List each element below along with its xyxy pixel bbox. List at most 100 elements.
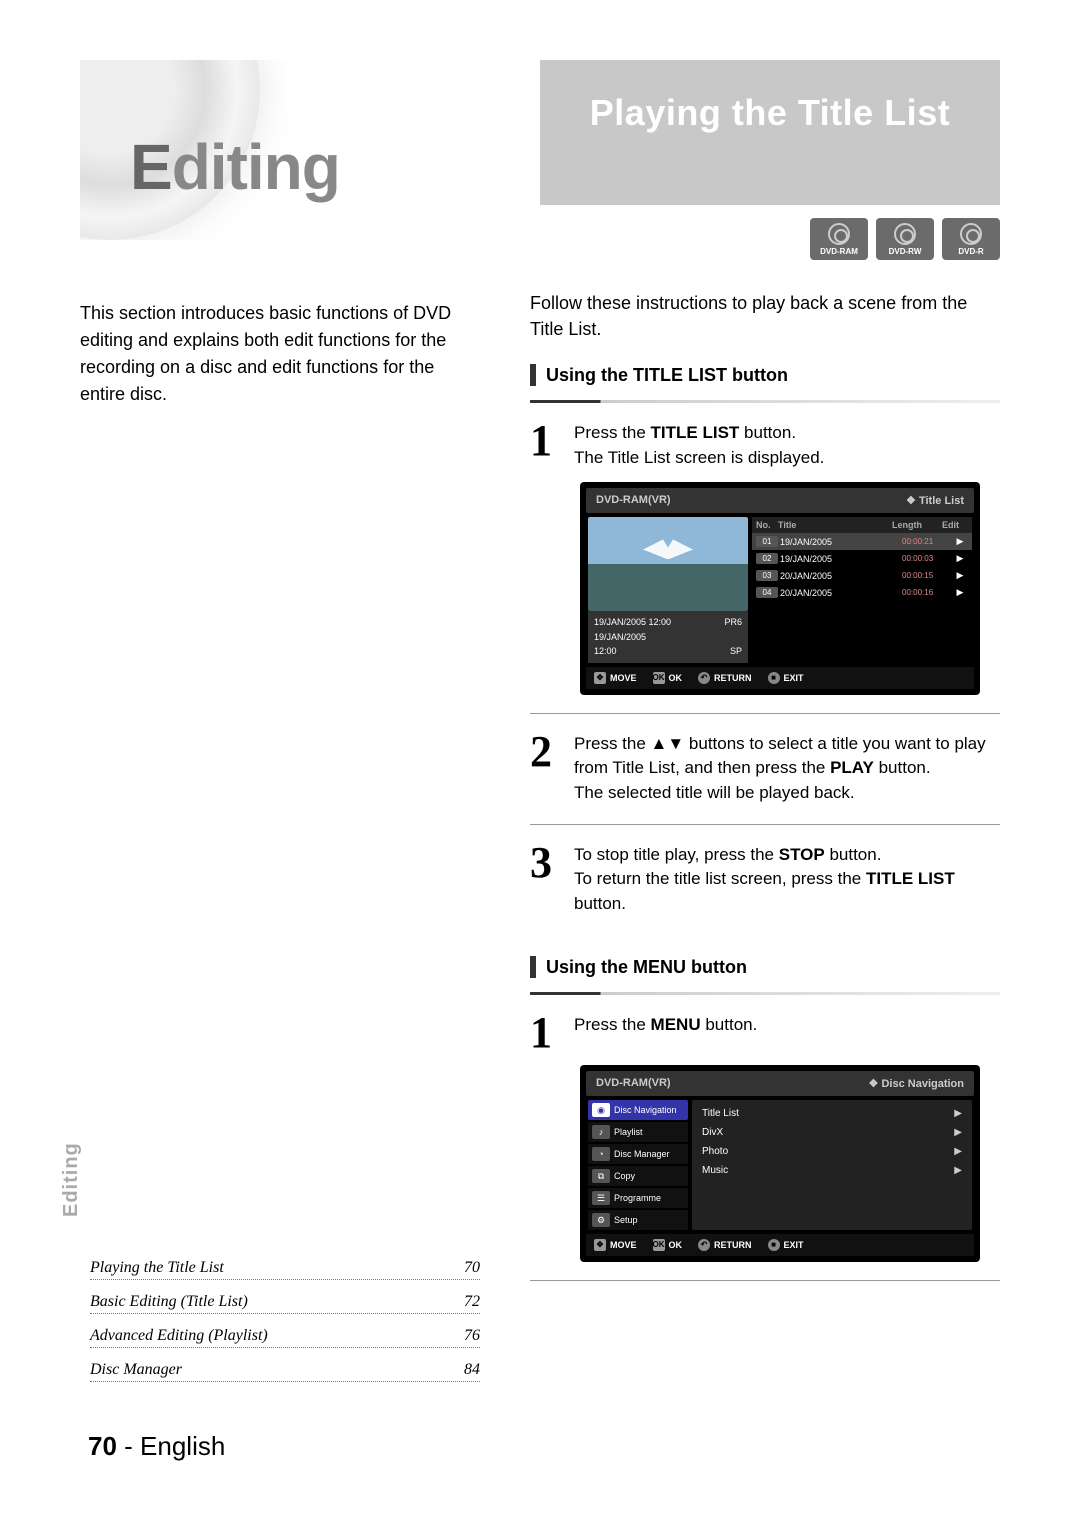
chapter-title-rest: diting — [172, 131, 340, 203]
table-row: 0420/JAN/200500:00:16▶ — [752, 584, 972, 601]
step-bold: TITLE LIST — [651, 423, 740, 442]
step-text: The selected title will be played back. — [574, 783, 855, 802]
chevron-right-icon: ▶ — [954, 1165, 962, 1176]
cell-length: 00:00:16 — [902, 588, 952, 597]
divider — [530, 400, 1000, 403]
menu-label: Disc Navigation — [614, 1105, 677, 1115]
toc-label: Playing the Title List — [90, 1259, 228, 1277]
osd-header-right: Title List — [906, 494, 964, 507]
step-bold: PLAY — [830, 758, 874, 777]
cell-title: 19/JAN/2005 — [780, 554, 902, 564]
step-2: 2 Press the ▲▼ buttons to select a title… — [530, 732, 1000, 806]
menu-main-item: DivX▶ — [696, 1123, 968, 1142]
cell-length: 00:00:03 — [902, 554, 952, 563]
cell-edit: ▶ — [952, 587, 968, 598]
step-body: Press the MENU button. — [574, 1013, 1000, 1053]
menu-label: DivX — [702, 1127, 723, 1138]
osd-disc-navigation: DVD-RAM(VR) Disc Navigation ◉Disc Naviga… — [580, 1065, 980, 1262]
sub-heading-label: Using the TITLE LIST button — [546, 365, 788, 386]
cell-edit: ▶ — [952, 570, 968, 581]
meta-text: 12:00 — [594, 644, 617, 658]
osd-title-table: No. Title Length Edit 0119/JAN/200500:00… — [752, 517, 972, 662]
osd-header-right: Disc Navigation — [869, 1077, 964, 1090]
menu-label: Programme — [614, 1193, 661, 1203]
exit-key-icon: ■ — [768, 1239, 780, 1251]
menu-label: Photo — [702, 1146, 728, 1157]
step-body: Press the TITLE LIST button. The Title L… — [574, 421, 1000, 470]
step-text: button. — [701, 1015, 758, 1034]
step-b1: 1 Press the MENU button. — [530, 1013, 1000, 1053]
footer-label: RETURN — [714, 673, 752, 683]
menu-side-item: ◉Disc Navigation — [588, 1100, 688, 1120]
table-row: 0119/JAN/200500:00:21▶ — [752, 533, 972, 550]
chevron-right-icon: ▶ — [954, 1146, 962, 1157]
col-length: Length — [892, 520, 942, 530]
step-bold: STOP — [779, 845, 825, 864]
divider — [530, 992, 1000, 995]
toc-item: Disc Manager84 — [90, 1356, 480, 1382]
menu-side-item: ♪Playlist — [588, 1122, 688, 1142]
osd-header-left: DVD-RAM(VR) — [596, 1077, 671, 1090]
step-1: 1 Press the TITLE LIST button. The Title… — [530, 421, 1000, 470]
toc-page: 76 — [460, 1327, 480, 1345]
step-body: To stop title play, press the STOP butto… — [574, 843, 1000, 917]
exit-key-icon: ■ — [768, 672, 780, 684]
chapter-title: Editing — [130, 130, 340, 204]
copy-icon: ⧉ — [592, 1169, 610, 1183]
osd-footer: ✥MOVE OKOK ↶RETURN ■EXIT — [586, 1234, 974, 1256]
heading-bar-icon — [530, 364, 536, 386]
step-text: Press the — [574, 1015, 651, 1034]
step-number: 3 — [530, 843, 560, 917]
return-key-icon: ↶ — [698, 1239, 710, 1251]
menu-label: Playlist — [614, 1127, 643, 1137]
footer-label: MOVE — [610, 1240, 637, 1250]
ok-key-icon: OK — [653, 672, 665, 684]
step-bold: TITLE LIST — [866, 869, 955, 888]
toc-item: Advanced Editing (Playlist)76 — [90, 1322, 480, 1348]
disc-label: DVD-R — [958, 247, 983, 256]
step-3: 3 To stop title play, press the STOP but… — [530, 843, 1000, 917]
footer-label: RETURN — [714, 1240, 752, 1250]
divider — [530, 1280, 1000, 1281]
divider — [530, 713, 1000, 714]
meta-text: 19/JAN/2005 — [594, 630, 646, 644]
osd-main-menu: Title List▶ DivX▶ Photo▶ Music▶ — [692, 1100, 972, 1230]
cell-no: 01 — [756, 536, 778, 547]
toc-label: Disc Manager — [90, 1361, 186, 1379]
col-title: Title — [778, 520, 892, 530]
disc-label: DVD-RW — [889, 247, 922, 256]
menu-label: Setup — [614, 1215, 638, 1225]
menu-main-item: Music ▶ — [696, 1161, 968, 1180]
disc-icon: DVD-RAM — [810, 218, 868, 260]
footer-label: OK — [669, 1240, 683, 1250]
osd-header-left: DVD-RAM(VR) — [596, 494, 671, 507]
cell-edit: ▶ — [952, 553, 968, 564]
menu-label: Music — [702, 1165, 728, 1176]
toc-item: Playing the Title List70 — [90, 1254, 480, 1280]
disc-label: DVD-RAM — [820, 247, 858, 256]
preview-meta: 19/JAN/2005 12:00PR6 19/JAN/2005 12:00SP — [588, 611, 748, 662]
section-tab: Editing — [60, 1142, 83, 1217]
toc-label: Basic Editing (Title List) — [90, 1293, 252, 1311]
table-row: 0219/JAN/200500:00:03▶ — [752, 550, 972, 567]
meta-text: SP — [730, 644, 742, 658]
page-language: English — [140, 1431, 225, 1461]
step-text: button. — [574, 894, 626, 913]
topic-intro: Follow these instructions to play back a… — [530, 290, 1000, 342]
chevron-right-icon: ▶ — [954, 1108, 962, 1119]
topic-banner: Playing the Title List — [540, 60, 1000, 205]
disc-ring-icon — [894, 223, 916, 245]
chapter-title-initial: E — [130, 131, 172, 203]
topic-heading: Playing the Title List — [540, 60, 1000, 134]
cell-title: 19/JAN/2005 — [780, 537, 902, 547]
return-key-icon: ↶ — [698, 672, 710, 684]
step-text: The Title List screen is displayed. — [574, 448, 824, 467]
step-number: 2 — [530, 732, 560, 806]
toc-page: 72 — [460, 1293, 480, 1311]
step-text: button. — [874, 758, 931, 777]
menu-side-item: ☰Programme — [588, 1188, 688, 1208]
cell-title: 20/JAN/2005 — [780, 571, 902, 581]
cell-length: 00:00:15 — [902, 571, 952, 580]
disc-icon: DVD-RW — [876, 218, 934, 260]
disc-manager-icon: ◔ — [592, 1147, 610, 1161]
